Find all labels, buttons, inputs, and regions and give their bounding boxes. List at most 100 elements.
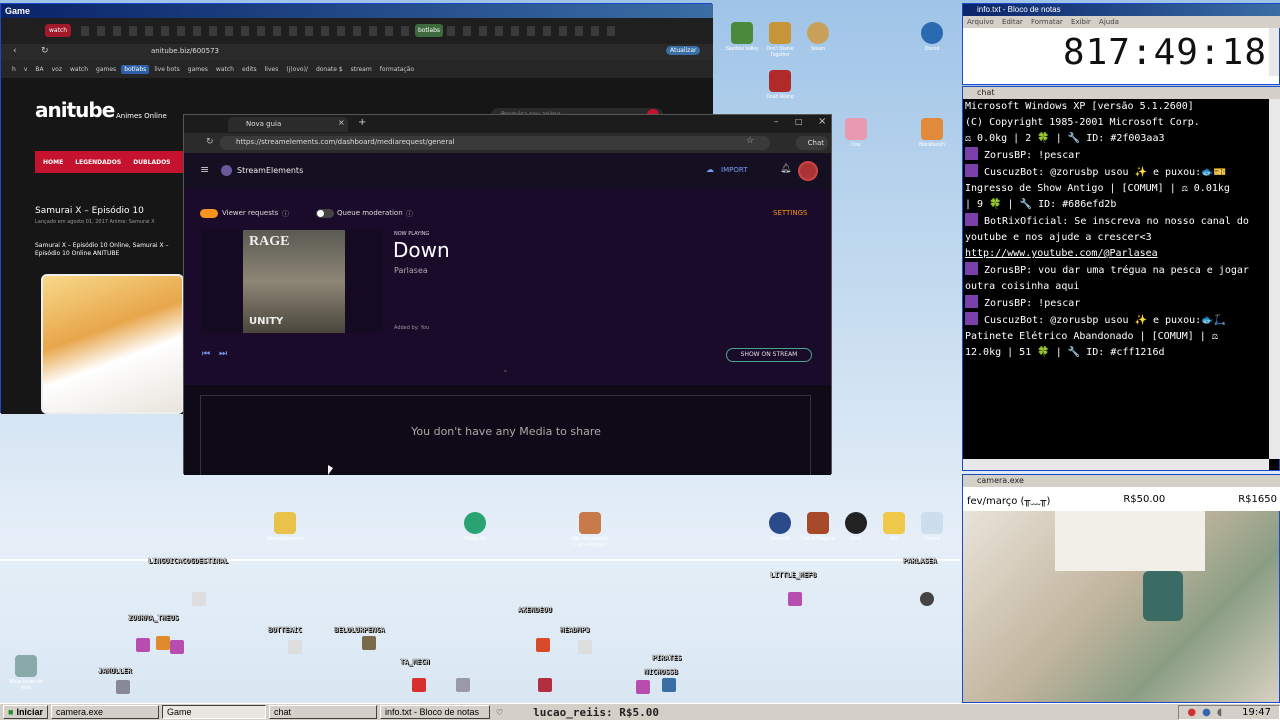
chat-scrollbar[interactable] [1269, 99, 1280, 459]
next-icon[interactable]: ⏭ [219, 349, 227, 359]
tab-icons-row[interactable] [81, 26, 411, 36]
network-places-icon[interactable]: Meus locais de rede [6, 655, 46, 691]
recycle-bin-icon[interactable]: Lixeira [912, 512, 952, 542]
se-brand[interactable]: StreamElements [237, 166, 303, 175]
scrollbar[interactable] [1269, 28, 1279, 76]
maximize-icon[interactable]: □ [795, 117, 803, 126]
site-logo[interactable]: anitube [35, 98, 115, 122]
bookmark-item[interactable]: voz [49, 65, 65, 74]
tab-botlabs[interactable]: botlabs [415, 24, 443, 37]
streamelements-logo-icon[interactable] [221, 165, 232, 176]
nav-dublados[interactable]: DUBLADOS [133, 159, 170, 166]
info-icon[interactable]: ⓘ [282, 209, 289, 219]
import-button[interactable]: IMPORT [721, 166, 747, 174]
viewer-requests-toggle[interactable] [200, 209, 218, 218]
taskbar-item-game[interactable]: Game [161, 705, 266, 719]
bookmark-item[interactable]: (j(ovo)/ [283, 65, 311, 74]
bookmark-item[interactable]: watch [213, 65, 237, 74]
info-icon[interactable]: ⓘ [406, 209, 413, 219]
settings-button[interactable]: SETTINGS [773, 209, 807, 217]
chevron-down-icon[interactable]: ⌄ [502, 365, 509, 374]
tray-icon[interactable]: ● [1202, 707, 1211, 718]
steamvr-icon[interactable]: SteamVR [760, 512, 800, 542]
osu-icon[interactable]: Osu [836, 118, 876, 148]
bookmark-star-icon[interactable]: ☆ [746, 136, 754, 146]
dead-rising-icon[interactable]: Dead Rising [760, 70, 800, 100]
tab-title: Nova guia [246, 120, 282, 128]
tab-icons-row-2[interactable] [447, 26, 617, 36]
show-on-stream-button[interactable]: SHOW ON STREAM [726, 348, 812, 362]
se-header: ≡ StreamElements ☁ IMPORT 🔔︎ [184, 153, 831, 189]
menu-icon[interactable]: ≡ [200, 163, 209, 176]
bookmark-item[interactable]: h [9, 65, 19, 74]
bookmark-item[interactable]: lives [262, 65, 282, 74]
reload-icon[interactable]: ↻ [41, 46, 49, 56]
taskbar-item-notepad[interactable]: info.txt - Bloco de notas [379, 705, 490, 719]
bookmark-item[interactable]: games [185, 65, 211, 74]
bookmark-item[interactable]: formatação [377, 65, 417, 74]
bookmark-item[interactable]: live bots [151, 65, 182, 74]
episode-desc: Samurai X – Episódio 10 Online, Samurai … [35, 242, 169, 257]
show-on-stream-label: SHOW ON STREAM [740, 351, 798, 358]
volume-icon[interactable]: ◖ [1217, 707, 1222, 718]
steam-icon[interactable]: Steam [798, 22, 838, 52]
folder-icon[interactable]: BIO [874, 512, 914, 542]
discord-icon[interactable]: Disord [912, 22, 952, 52]
webcam-feed [963, 511, 1279, 702]
episode-thumbnail[interactable] [41, 274, 184, 414]
tab-watch[interactable]: watch [45, 24, 71, 37]
url-text[interactable]: anitube.biz/600573 [151, 47, 219, 55]
nav-home[interactable]: HOME [43, 159, 63, 166]
bookmark-item[interactable]: BA [32, 65, 46, 74]
close-window-icon[interactable]: × [818, 116, 826, 127]
nav-legendados[interactable]: LEGENDADOS [75, 159, 121, 166]
update-button[interactable]: Atualizar [666, 46, 701, 55]
reload-icon[interactable]: ↻ [206, 137, 214, 147]
taskbar-item-camera[interactable]: camera.exe [50, 705, 159, 719]
taskbar-item-chat[interactable]: chat [268, 705, 377, 719]
chat-link[interactable]: http://www.youtube.com/@Parlasea [965, 248, 1158, 259]
bookmark-item[interactable]: watch [67, 65, 91, 74]
back-icon[interactable]: ‹ [13, 46, 17, 56]
bookmark-item[interactable]: edits [239, 65, 260, 74]
se-url-field[interactable]: https://streamelements.com/dashboard/med… [220, 136, 770, 150]
bookmark-item[interactable]: donate $ [313, 65, 346, 74]
tray-icon[interactable]: ● [1187, 707, 1196, 718]
chat-message: http://www.youtube.com/@Parlasea [965, 246, 1268, 262]
previous-icon[interactable]: ⏮ [202, 349, 210, 359]
blockbench-icon[interactable]: Blockbench [912, 118, 952, 148]
call-of-dragons-icon[interactable]: Call of Dragons [798, 512, 838, 542]
notepad-menu[interactable]: Arquivo Editar Formatar Exibir Ajuda [963, 16, 1280, 28]
streamelements-desktop-icon[interactable]: StreamElements [265, 512, 305, 542]
close-tab-icon[interactable]: × [338, 118, 345, 127]
stardew-valley-icon[interactable]: Stardew Valley [722, 22, 762, 52]
avatar[interactable] [798, 161, 818, 181]
system-tray: ● ● ◖ 19:47 [1178, 704, 1280, 720]
minimize-icon[interactable]: – [774, 117, 779, 127]
clock: 19:47 [1242, 706, 1271, 718]
new-tab-icon[interactable]: + [358, 117, 366, 128]
bookmark-item[interactable]: stream [348, 65, 375, 74]
camera-title: camera.exe [963, 475, 1280, 487]
notepad-window: info.txt - Bloco de notas Arquivo Editar… [962, 3, 1280, 85]
bookmark-item[interactable]: botlabs [121, 64, 150, 74]
bookmark-item[interactable]: games [93, 65, 119, 74]
se-address-bar[interactable]: ↻ https://streamelements.com/dashboard/m… [184, 133, 831, 153]
start-button[interactable]: ■ Iniciar [3, 705, 48, 719]
viewer-sprite [116, 680, 130, 694]
chat-text: (C) Copyright 1985-2001 Microsoft Corp. [965, 117, 1200, 128]
playtest-icon[interactable]: Não Stopdemos Carro Playtest [570, 512, 610, 548]
tab-nova-guia[interactable]: Nova guia × [228, 117, 348, 132]
now-playing-thumbnail[interactable]: RAGE UNITY [201, 230, 383, 333]
address-bar[interactable]: ‹ ↻ anitube.biz/600573 Atualizar [1, 44, 713, 60]
chat-message: ZorusBP: !pescar [965, 295, 1268, 312]
plants-vs-icon[interactable]: Plants Vs [455, 512, 495, 542]
bookmark-item[interactable]: v [21, 65, 31, 74]
zeni-icon[interactable]: Zeni [836, 512, 876, 542]
chat-hscrollbar[interactable] [963, 459, 1269, 470]
bell-icon[interactable]: 🔔︎ [780, 164, 791, 174]
chat-title: chat [963, 87, 1280, 99]
chat-chip[interactable]: Chat [796, 136, 828, 150]
dont-starve-icon[interactable]: Don't Starve Together [760, 22, 800, 58]
queue-moderation-toggle[interactable] [316, 209, 334, 218]
